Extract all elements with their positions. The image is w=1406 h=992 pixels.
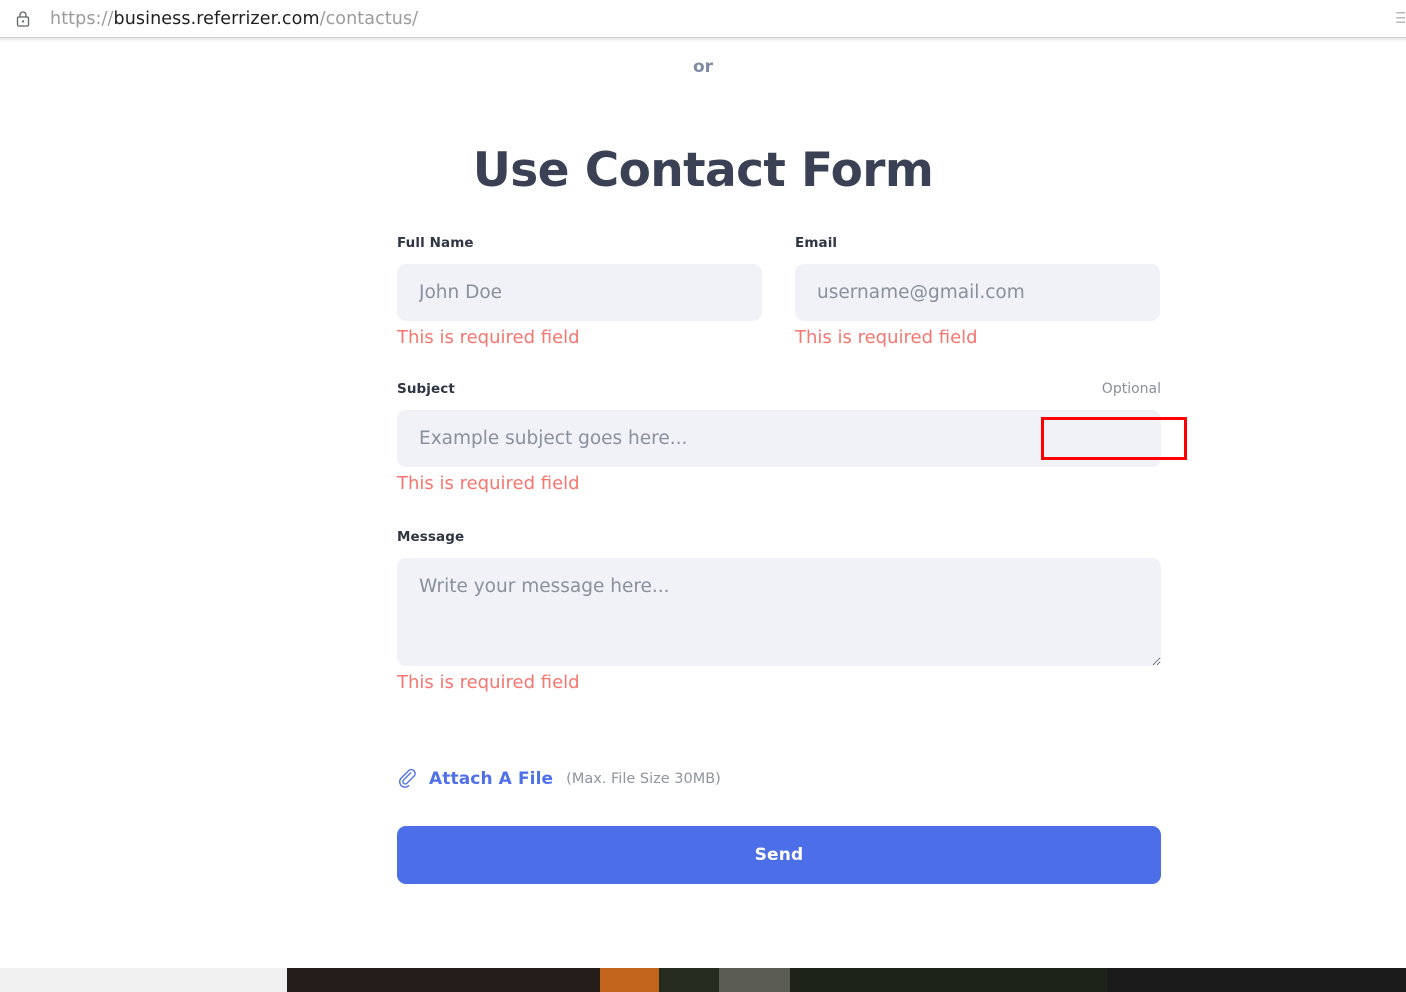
lock-icon[interactable]	[12, 8, 34, 30]
field-label-row-full-name: Full Name	[397, 235, 762, 253]
field-label-row-message: Message	[397, 529, 1161, 547]
page-title: Use Contact Form	[472, 143, 934, 199]
browser-url-bar[interactable]: https://business.referrizer.com/contactu…	[0, 0, 1406, 38]
url-text[interactable]: https://business.referrizer.com/contactu…	[50, 9, 418, 29]
label-message: Message	[397, 529, 465, 545]
url-scheme: https://	[50, 9, 114, 29]
label-subject: Subject	[397, 381, 455, 397]
field-email: Email This is required field	[795, 235, 1160, 348]
attach-file-link[interactable]: Attach A File	[429, 769, 553, 789]
or-divider-text: or	[692, 57, 714, 77]
label-full-name: Full Name	[397, 235, 474, 251]
contact-form: Full Name This is required field Email T…	[397, 235, 1161, 884]
field-full-name: Full Name This is required field	[397, 235, 762, 348]
bottom-strip-segment-1	[287, 968, 600, 992]
error-subject: This is required field	[397, 473, 580, 494]
bottom-strip-segment-0	[0, 968, 287, 992]
url-host: business.referrizer.com	[113, 9, 320, 29]
bottom-strip-segment-2	[600, 968, 659, 992]
bottom-strip-segment-3	[659, 968, 719, 992]
browser-right-edge-icon[interactable]: ☰	[1395, 9, 1405, 29]
attach-file-hint: (Max. File Size 30MB)	[566, 771, 721, 787]
bottom-strip	[0, 968, 1406, 992]
bottom-strip-segment-6	[1107, 968, 1406, 992]
subject-input[interactable]	[397, 410, 1161, 467]
label-email: Email	[795, 235, 838, 251]
full-name-input[interactable]	[397, 264, 762, 321]
contact-page: or Use Contact Form Full Name This is re…	[0, 42, 1406, 968]
bottom-strip-segment-4	[719, 968, 790, 992]
error-message: This is required field	[397, 672, 580, 693]
url-path: /contactus/	[319, 9, 419, 29]
field-subject: Subject Optional This is required field	[397, 381, 1161, 494]
bottom-strip-segment-5	[790, 968, 1107, 992]
form-row-name-email: Full Name This is required field Email T…	[397, 235, 1161, 348]
send-button[interactable]: Send	[397, 826, 1161, 884]
error-full-name: This is required field	[397, 327, 580, 348]
field-message: Message This is required field	[397, 529, 1161, 693]
error-email: This is required field	[795, 327, 978, 348]
optional-badge-subject: Optional	[1101, 381, 1161, 397]
field-label-row-subject: Subject Optional	[397, 381, 1161, 399]
attach-file-row[interactable]: Attach A File (Max. File Size 30MB)	[397, 768, 1161, 790]
paperclip-icon[interactable]	[397, 768, 419, 790]
field-label-row-email: Email	[795, 235, 1160, 253]
message-textarea[interactable]	[397, 558, 1161, 666]
email-input[interactable]	[795, 264, 1160, 321]
